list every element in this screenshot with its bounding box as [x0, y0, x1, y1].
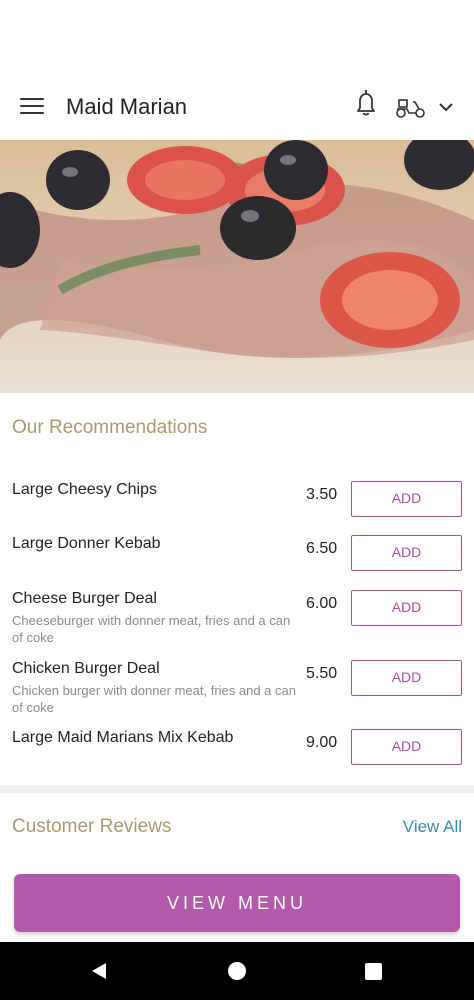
chevron-down-icon[interactable]	[437, 98, 455, 116]
recommendations-section: Our Recommendations Large Cheesy Chips 3…	[0, 393, 474, 785]
item-name: Chicken Burger Deal	[12, 660, 160, 677]
recommendations-title: Our Recommendations	[12, 417, 208, 438]
view-all-link[interactable]: View All	[403, 817, 462, 837]
item-name: Cheese Burger Deal	[12, 590, 157, 607]
bell-icon[interactable]	[352, 88, 380, 118]
home-icon[interactable]	[228, 962, 246, 980]
page-title: Maid Marian	[66, 94, 188, 119]
add-button[interactable]: ADD	[351, 535, 462, 571]
item-price: 5.50	[306, 665, 338, 682]
item-price: 6.00	[306, 595, 338, 612]
reviews-title: Customer Reviews	[12, 816, 172, 837]
status-bar-area	[0, 0, 474, 76]
section-divider	[0, 785, 474, 793]
add-button[interactable]: ADD	[351, 481, 462, 517]
add-button[interactable]: ADD	[351, 660, 462, 696]
item-price: 9.00	[306, 734, 338, 751]
item-price: 3.50	[306, 486, 338, 503]
item-name: Large Cheesy Chips	[12, 481, 157, 498]
item-name: Large Maid Marians Mix Kebab	[12, 729, 234, 746]
item-name: Large Donner Kebab	[12, 535, 161, 552]
system-nav-bar	[0, 942, 474, 1000]
item-description: Chicken burger with donner meat, fries a…	[12, 683, 296, 715]
add-button[interactable]: ADD	[351, 590, 462, 626]
hero-image	[0, 140, 474, 393]
item-description: Cheeseburger with donner meat, fries and…	[12, 613, 291, 645]
scooter-icon[interactable]	[393, 94, 427, 120]
app-bar: Maid Marian	[0, 76, 474, 140]
reviews-section: Customer Reviews View All	[0, 793, 474, 873]
item-price: 6.50	[306, 540, 338, 557]
add-button[interactable]: ADD	[351, 729, 462, 765]
menu-icon[interactable]	[20, 98, 44, 118]
back-icon[interactable]	[90, 962, 108, 985]
recents-icon[interactable]	[365, 963, 382, 980]
view-menu-button[interactable]: VIEW MENU	[14, 874, 460, 932]
